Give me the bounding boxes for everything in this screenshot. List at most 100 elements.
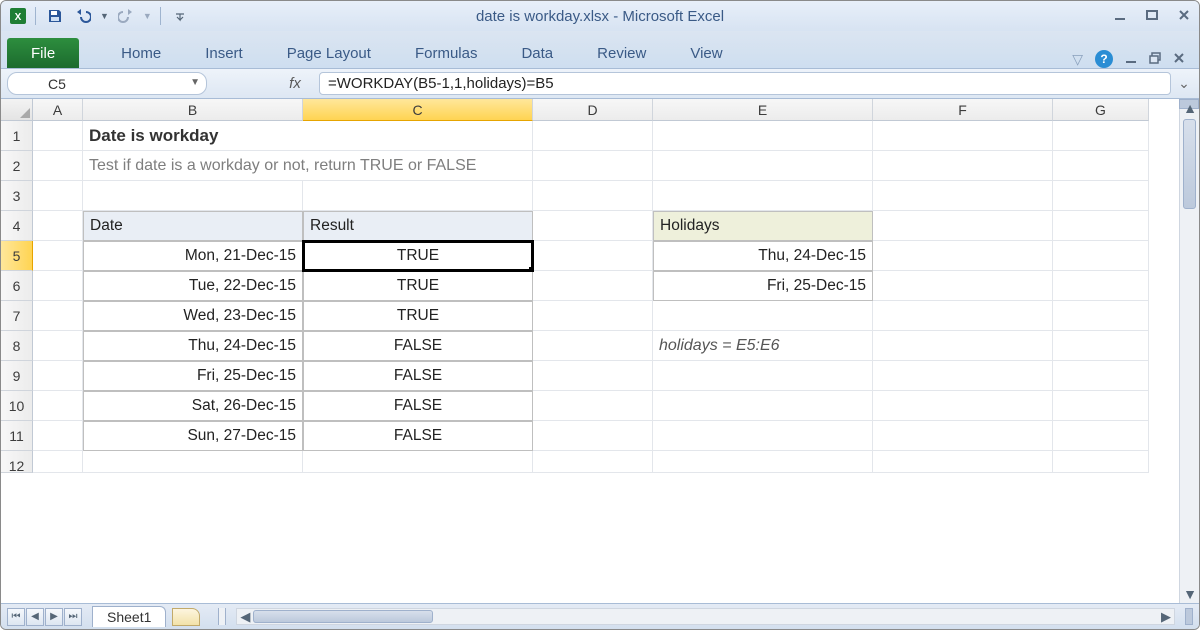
cell[interactable] bbox=[653, 451, 873, 473]
cell[interactable] bbox=[1053, 151, 1149, 181]
cell[interactable] bbox=[873, 241, 1053, 271]
cell-result[interactable]: FALSE bbox=[303, 331, 533, 361]
scroll-left-icon[interactable]: ◀ bbox=[237, 609, 253, 625]
cell-holiday[interactable]: Thu, 24-Dec-15 bbox=[653, 241, 873, 271]
cell-result[interactable]: FALSE bbox=[303, 361, 533, 391]
cell[interactable] bbox=[1053, 121, 1149, 151]
file-tab[interactable]: File bbox=[7, 38, 79, 68]
cell[interactable] bbox=[873, 421, 1053, 451]
cell[interactable] bbox=[33, 271, 83, 301]
redo-button[interactable] bbox=[115, 5, 137, 27]
cell[interactable]: holidays = E5:E6 bbox=[653, 331, 873, 361]
sheet-tab[interactable]: Sheet1 bbox=[92, 606, 166, 627]
help-icon[interactable]: ? bbox=[1095, 50, 1113, 68]
cell[interactable] bbox=[533, 211, 653, 241]
cell[interactable] bbox=[33, 121, 83, 151]
cell[interactable] bbox=[33, 421, 83, 451]
row-header[interactable]: 7 bbox=[1, 301, 33, 331]
cell[interactable] bbox=[533, 121, 653, 151]
cells[interactable]: Date is workday Test if date is a workda… bbox=[33, 121, 1179, 603]
ribbon-minimize-icon[interactable]: ▽ bbox=[1072, 51, 1083, 68]
cell[interactable] bbox=[653, 151, 873, 181]
tab-data[interactable]: Data bbox=[499, 39, 575, 68]
cell[interactable] bbox=[1053, 241, 1149, 271]
cell[interactable] bbox=[873, 361, 1053, 391]
table-header-date[interactable]: Date bbox=[83, 211, 303, 241]
cell[interactable] bbox=[533, 241, 653, 271]
table-header-result[interactable]: Result bbox=[303, 211, 533, 241]
cell[interactable] bbox=[533, 301, 653, 331]
undo-button[interactable] bbox=[72, 5, 94, 27]
scroll-thumb[interactable] bbox=[253, 610, 433, 623]
cell[interactable] bbox=[653, 121, 873, 151]
cell-result[interactable]: FALSE bbox=[303, 421, 533, 451]
cell[interactable] bbox=[1053, 181, 1149, 211]
cell[interactable] bbox=[873, 451, 1053, 473]
tab-insert[interactable]: Insert bbox=[183, 39, 265, 68]
col-header[interactable]: G bbox=[1053, 99, 1149, 121]
cell[interactable] bbox=[533, 151, 653, 181]
fx-icon[interactable]: fx bbox=[275, 75, 315, 92]
sheet-nav-last-icon[interactable]: ⏭ bbox=[64, 608, 82, 626]
cell[interactable] bbox=[1053, 391, 1149, 421]
cell[interactable] bbox=[533, 181, 653, 211]
cell[interactable] bbox=[873, 331, 1053, 361]
cell-result-selected[interactable]: TRUE bbox=[303, 241, 533, 271]
cell[interactable] bbox=[33, 151, 83, 181]
close-button[interactable] bbox=[1177, 8, 1191, 25]
cell[interactable] bbox=[83, 451, 303, 473]
cell[interactable] bbox=[33, 181, 83, 211]
cell-result[interactable]: TRUE bbox=[303, 271, 533, 301]
row-header[interactable]: 1 bbox=[1, 121, 33, 151]
name-box-dropdown-icon[interactable]: ▼ bbox=[190, 77, 200, 88]
row-header[interactable]: 3 bbox=[1, 181, 33, 211]
cell[interactable] bbox=[303, 151, 533, 181]
cell[interactable] bbox=[533, 421, 653, 451]
undo-dropdown-icon[interactable]: ▼ bbox=[100, 11, 109, 21]
cell[interactable] bbox=[33, 211, 83, 241]
redo-dropdown-icon[interactable]: ▼ bbox=[143, 11, 152, 21]
cell[interactable] bbox=[653, 391, 873, 421]
row-header[interactable]: 9 bbox=[1, 361, 33, 391]
formula-expand-icon[interactable]: ⌄ bbox=[1175, 75, 1193, 92]
cell-date[interactable]: Wed, 23-Dec-15 bbox=[83, 301, 303, 331]
cell[interactable] bbox=[653, 181, 873, 211]
workbook-minimize-button[interactable] bbox=[1125, 51, 1137, 67]
cell[interactable] bbox=[873, 301, 1053, 331]
cell[interactable] bbox=[33, 361, 83, 391]
row-header[interactable]: 8 bbox=[1, 331, 33, 361]
horizontal-scrollbar[interactable]: ◀ ▶ bbox=[236, 608, 1175, 625]
col-header[interactable]: D bbox=[533, 99, 653, 121]
cell[interactable] bbox=[653, 421, 873, 451]
tab-view[interactable]: View bbox=[668, 39, 744, 68]
cell[interactable] bbox=[1053, 451, 1149, 473]
maximize-button[interactable] bbox=[1145, 8, 1159, 25]
cell[interactable] bbox=[1053, 421, 1149, 451]
scroll-right-icon[interactable]: ▶ bbox=[1158, 609, 1174, 625]
cell[interactable] bbox=[1053, 361, 1149, 391]
workbook-close-button[interactable] bbox=[1173, 51, 1185, 67]
cell-date[interactable]: Fri, 25-Dec-15 bbox=[83, 361, 303, 391]
tab-formulas[interactable]: Formulas bbox=[393, 39, 500, 68]
scroll-down-icon[interactable]: ▼ bbox=[1180, 585, 1199, 603]
cell-result[interactable]: TRUE bbox=[303, 301, 533, 331]
cell-result[interactable]: FALSE bbox=[303, 391, 533, 421]
col-header[interactable]: F bbox=[873, 99, 1053, 121]
cell[interactable] bbox=[33, 331, 83, 361]
row-header[interactable]: 5 bbox=[1, 241, 33, 271]
hsplit-handle[interactable] bbox=[1185, 608, 1193, 625]
formula-input[interactable]: =WORKDAY(B5-1,1,holidays)=B5 bbox=[319, 72, 1171, 95]
cell-holiday[interactable]: Fri, 25-Dec-15 bbox=[653, 271, 873, 301]
cell-date[interactable]: Sun, 27-Dec-15 bbox=[83, 421, 303, 451]
name-box[interactable]: C5 ▼ bbox=[7, 72, 207, 95]
cell[interactable] bbox=[33, 241, 83, 271]
cell[interactable] bbox=[1053, 331, 1149, 361]
cell[interactable] bbox=[873, 211, 1053, 241]
cell-date[interactable]: Thu, 24-Dec-15 bbox=[83, 331, 303, 361]
cell[interactable] bbox=[533, 391, 653, 421]
cell[interactable] bbox=[873, 271, 1053, 301]
cell[interactable] bbox=[533, 271, 653, 301]
cell[interactable] bbox=[873, 391, 1053, 421]
cell[interactable] bbox=[33, 451, 83, 473]
new-sheet-button[interactable] bbox=[172, 608, 200, 626]
